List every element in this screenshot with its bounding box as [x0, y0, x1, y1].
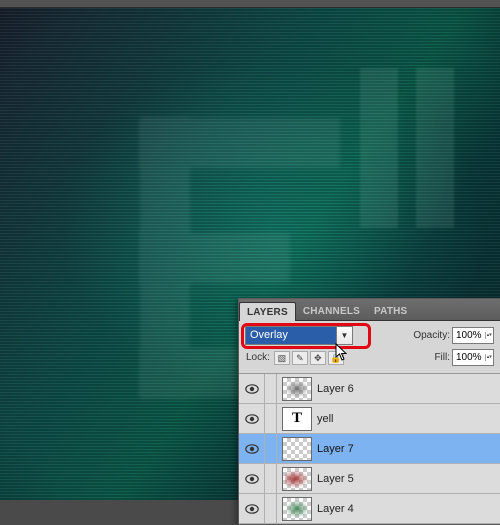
layer-thumbnail[interactable]	[282, 377, 312, 401]
opacity-stepper[interactable]: ▴▾	[485, 332, 493, 339]
tab-paths[interactable]: PATHS	[367, 302, 414, 320]
lock-icons-group: ▧ ✎ ✥ 🔒	[274, 351, 344, 365]
panel-tabs: LAYERS CHANNELS PATHS	[239, 299, 500, 321]
layer-thumbnail[interactable]	[282, 437, 312, 461]
layer-thumbnail[interactable]: T	[282, 407, 312, 431]
link-column	[265, 404, 277, 433]
link-column	[265, 374, 277, 403]
layer-thumbnail[interactable]	[282, 497, 312, 521]
opacity-value: 100%	[453, 330, 485, 341]
layer-name[interactable]: Layer 7	[317, 443, 354, 455]
layer-name[interactable]: Layer 5	[317, 473, 354, 485]
blend-mode-value: Overlay	[246, 327, 337, 344]
lock-all-icon[interactable]: 🔒	[328, 351, 344, 365]
link-column	[265, 464, 277, 493]
layer-row[interactable]: Layer 4	[239, 494, 500, 524]
layer-name[interactable]: Layer 4	[317, 503, 354, 515]
app-toolbar	[0, 0, 500, 8]
tab-channels[interactable]: CHANNELS	[296, 302, 367, 320]
link-column	[265, 494, 277, 523]
visibility-eye-icon[interactable]	[239, 374, 265, 403]
layers-panel: LAYERS CHANNELS PATHS Overlay ▼ Opacity:…	[238, 298, 500, 525]
fill-field[interactable]: 100% ▴▾	[452, 349, 494, 366]
layer-row[interactable]: Layer 7	[239, 434, 500, 464]
layer-row[interactable]: Layer 5	[239, 464, 500, 494]
layer-list: Layer 6 Tyell Layer 7 Layer 5 Layer 4	[239, 373, 500, 524]
tab-layers[interactable]: LAYERS	[239, 302, 296, 321]
fill-stepper[interactable]: ▴▾	[485, 354, 493, 361]
brush-lock-icon[interactable]: ✎	[292, 351, 308, 365]
transparency-lock-icon[interactable]: ▧	[274, 351, 290, 365]
layer-thumbnail[interactable]	[282, 467, 312, 491]
visibility-eye-icon[interactable]	[239, 494, 265, 523]
fill-label: Fill:	[434, 352, 450, 363]
layer-row[interactable]: Layer 6	[239, 374, 500, 404]
move-lock-icon[interactable]: ✥	[310, 351, 326, 365]
link-column	[265, 434, 277, 463]
opacity-label: Opacity:	[413, 330, 450, 341]
layer-name[interactable]: Layer 6	[317, 383, 354, 395]
chevron-down-icon: ▼	[337, 327, 352, 344]
visibility-eye-icon[interactable]	[239, 464, 265, 493]
lock-label: Lock:	[246, 352, 270, 363]
visibility-eye-icon[interactable]	[239, 434, 265, 463]
visibility-eye-icon[interactable]	[239, 404, 265, 433]
blend-mode-dropdown[interactable]: Overlay ▼	[245, 326, 353, 345]
panel-controls: Overlay ▼ Opacity: 100% ▴▾ Lock: ▧ ✎ ✥ 🔒	[239, 321, 500, 373]
layer-name[interactable]: yell	[317, 413, 334, 425]
opacity-field[interactable]: 100% ▴▾	[452, 327, 494, 344]
layer-row[interactable]: Tyell	[239, 404, 500, 434]
canvas-bars	[360, 68, 454, 228]
fill-value: 100%	[453, 352, 485, 363]
